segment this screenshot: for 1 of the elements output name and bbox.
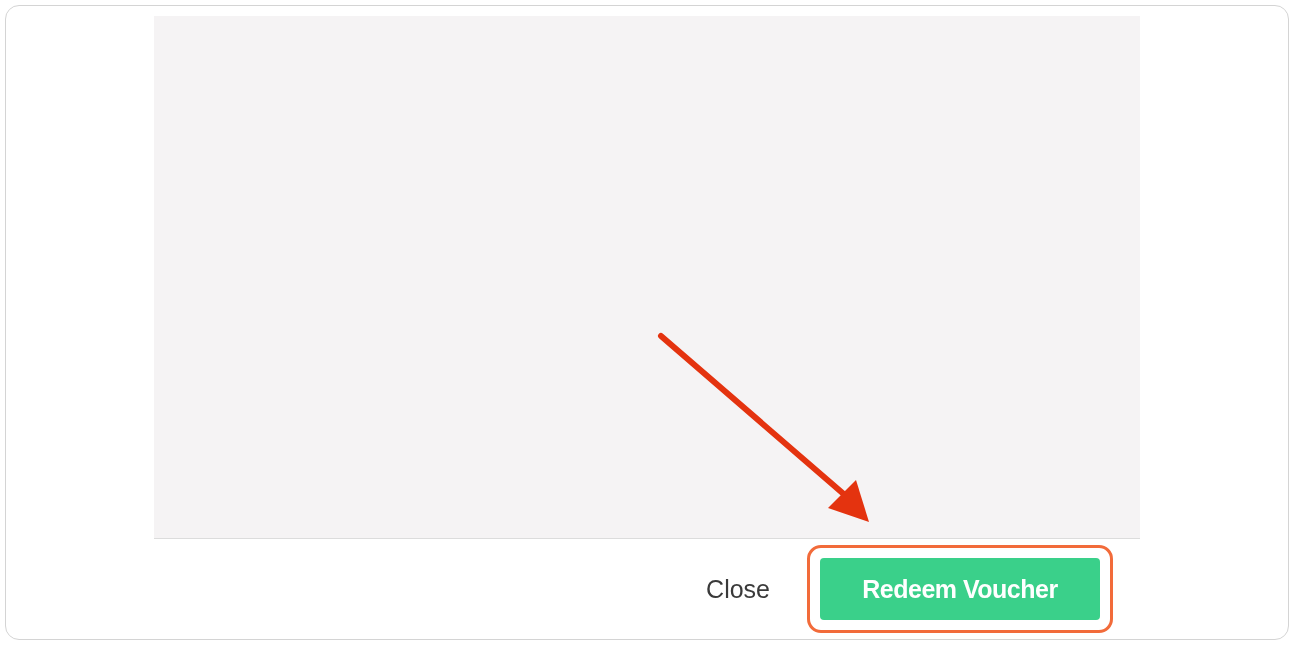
close-button[interactable]: Close (702, 566, 774, 612)
